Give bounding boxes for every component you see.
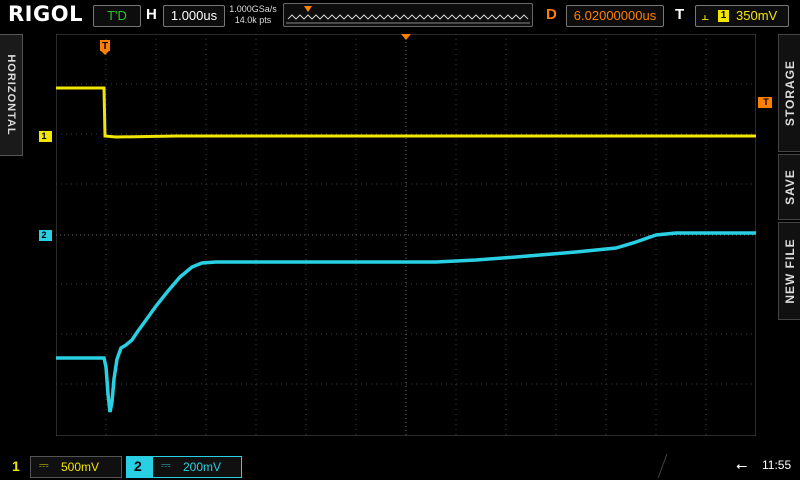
trigger-level-value: 350mV	[736, 8, 778, 23]
ch1-ground-label: 1	[41, 131, 47, 141]
channel-status-bar: 1 ⎓ 500mV 2 ⎓ 200mV ⭠ 11:55	[0, 452, 800, 480]
usb-icon: ⭠	[736, 457, 748, 473]
rising-edge-icon: ⫠	[701, 8, 709, 23]
trigger-label: T	[675, 6, 685, 23]
trigger-position-label: T	[102, 41, 108, 52]
horizontal-menu-tab[interactable]: HORIZONTAL	[0, 34, 23, 156]
softkey-save[interactable]: SAVE	[778, 154, 800, 220]
horizontal-menu-label: HORIZONTAL	[5, 54, 17, 136]
softkey-storage[interactable]: STORAGE	[778, 34, 800, 152]
memory-overview-waveform	[286, 6, 530, 24]
ch2-active-tab[interactable]: 2	[126, 456, 152, 478]
softkey-new-file-label: NEW FILE	[782, 238, 797, 304]
run-state-label: T'D	[107, 8, 127, 23]
clock: 11:55	[762, 458, 792, 472]
softkey-menu: STORAGE SAVE NEW FILE	[778, 34, 800, 404]
dc-coupling-icon: ⎓	[161, 458, 171, 472]
run-state-indicator: T'D	[93, 5, 141, 27]
ch2-scale-display[interactable]: ⎓ 200mV	[152, 456, 242, 478]
divider	[657, 454, 668, 478]
trigger-level-marker-label: T	[763, 97, 769, 107]
brand-logo: RIGOL	[8, 2, 83, 26]
ch1-ground-marker[interactable]: 1	[39, 131, 52, 142]
sample-rate: 1.000GSa/s	[229, 4, 277, 14]
trigger-level-marker[interactable]: T	[758, 97, 772, 108]
trigger-source-badge: 1	[718, 10, 729, 22]
memory-overview-bar[interactable]	[283, 3, 533, 27]
memory-depth: 14.0k pts	[234, 15, 272, 25]
ch2-ground-marker[interactable]: 2	[39, 230, 52, 241]
ch2-ground-label: 2	[41, 230, 47, 240]
ch1-scale-display[interactable]: ⎓ 500mV	[30, 456, 122, 478]
timebase-value: 1.000us	[170, 8, 218, 23]
softkey-save-label: SAVE	[782, 169, 797, 205]
memory-trigger-marker	[304, 6, 312, 12]
acquisition-info: 1.000GSa/s 14.0k pts	[229, 4, 277, 26]
delay-label: D	[546, 6, 557, 23]
timebase-display[interactable]: 1.000us	[163, 5, 225, 27]
ch1-scale-value: 500mV	[61, 460, 100, 474]
ch1-number: 1	[12, 458, 20, 474]
trigger-display[interactable]: ⫠ 1 350mV	[695, 5, 789, 27]
delay-display[interactable]: 6.02000000us	[566, 5, 664, 27]
ch2-scale-value: 200mV	[183, 460, 222, 474]
dc-coupling-icon: ⎓	[39, 458, 49, 472]
softkey-storage-label: STORAGE	[782, 59, 797, 127]
ch2-number: 2	[134, 458, 142, 474]
status-header: RIGOL T'D H 1.000us 1.000GSa/s 14.0k pts…	[0, 0, 800, 32]
delay-value: 6.02000000us	[573, 8, 657, 23]
waveform-display: T	[56, 34, 756, 436]
softkey-new-file[interactable]: NEW FILE	[778, 222, 800, 320]
horizontal-label: H	[146, 6, 157, 23]
